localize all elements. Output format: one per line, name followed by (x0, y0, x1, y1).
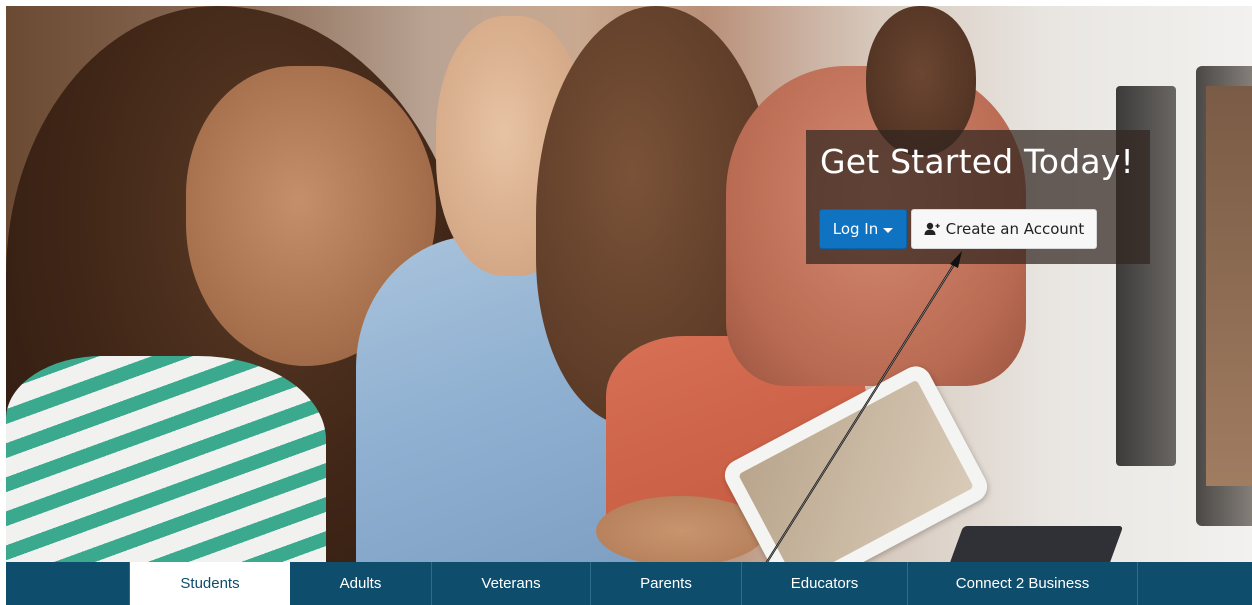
tab-label: Veterans (481, 575, 541, 592)
tab-label: Students (180, 575, 240, 592)
caret-down-icon (883, 227, 894, 233)
get-started-panel: Get Started Today! Log In Create an Acco… (806, 130, 1150, 264)
monitor-screen (1206, 86, 1252, 486)
tab-educators[interactable]: Educators (742, 562, 908, 605)
tab-adults[interactable]: Adults (290, 562, 432, 605)
keyboard (948, 526, 1124, 562)
tab-students[interactable]: Students (130, 562, 290, 605)
login-button-label: Log In (832, 220, 879, 238)
cta-title: Get Started Today! (820, 142, 1134, 181)
nav-spacer (6, 562, 130, 605)
tab-connect-2-business[interactable]: Connect 2 Business (908, 562, 1138, 605)
tab-label: Connect 2 Business (955, 575, 1090, 592)
audience-nav: Students Adults Veterans Parents Educato… (6, 562, 1252, 605)
hero-image (6, 6, 1252, 562)
student-shirt (6, 356, 326, 562)
login-button[interactable]: Log In (819, 209, 907, 249)
tab-label: Adults (339, 575, 382, 592)
page: Get Started Today! Log In Create an Acco… (0, 0, 1252, 605)
create-account-button[interactable]: Create an Account (911, 209, 1097, 249)
create-account-label: Create an Account (945, 220, 1085, 238)
tab-veterans[interactable]: Veterans (432, 562, 591, 605)
tab-label: Parents (640, 575, 692, 592)
tab-parents[interactable]: Parents (591, 562, 742, 605)
tab-label: Educators (790, 575, 859, 592)
user-plus-icon (924, 222, 940, 236)
